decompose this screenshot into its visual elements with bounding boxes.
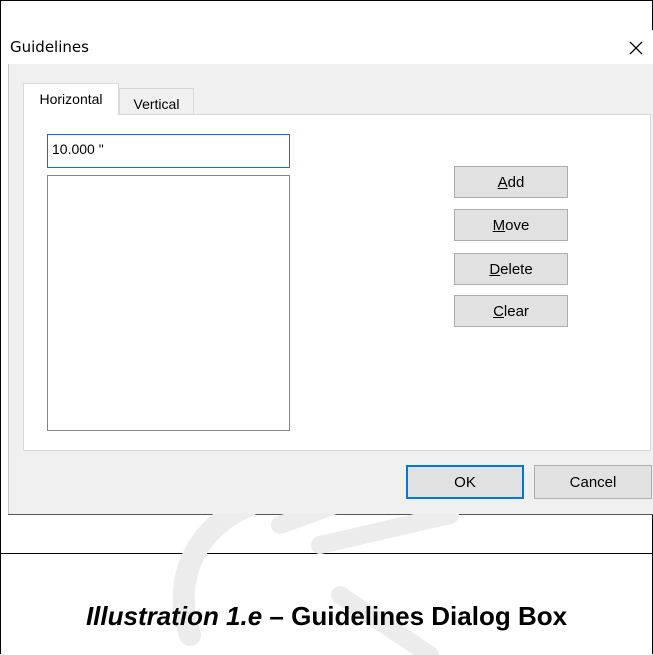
cancel-button[interactable]: Cancel — [534, 465, 652, 499]
dialog-title: Guidelines — [10, 38, 89, 56]
move-button-mnemonic: M — [492, 216, 506, 234]
frame-top-line — [0, 0, 653, 1]
caption-label: Illustration 1.e — [85, 601, 263, 631]
clear-button[interactable]: Clear — [454, 295, 568, 327]
move-button[interactable]: Move — [454, 209, 568, 241]
tab-vertical-label: Vertical — [133, 96, 180, 112]
clear-button-label: lear — [503, 302, 529, 320]
delete-button[interactable]: Delete — [454, 253, 568, 285]
add-button-label: dd — [507, 173, 525, 191]
delete-button-label: elete — [500, 260, 533, 278]
clear-button-mnemonic: C — [493, 302, 504, 320]
tab-horizontal[interactable]: Horizontal — [23, 83, 119, 115]
caption-dash: – — [262, 601, 292, 631]
add-button-mnemonic: A — [497, 173, 508, 191]
frame-left-line — [0, 0, 1, 654]
figure-caption: Illustration 1.e – Guidelines Dialog Box — [0, 601, 653, 632]
delete-button-mnemonic: D — [489, 260, 501, 278]
dialog-titlebar — [8, 30, 653, 64]
guide-list[interactable] — [47, 175, 290, 431]
ok-button[interactable]: OK — [406, 465, 524, 499]
caption-text: Guidelines Dialog Box — [291, 601, 568, 631]
close-icon — [629, 41, 643, 55]
guide-position-input[interactable]: 10.000 " — [47, 134, 290, 168]
move-button-label: ove — [505, 216, 530, 234]
add-button[interactable]: Add — [454, 166, 568, 198]
close-button[interactable] — [624, 36, 648, 60]
tab-horizontal-label: Horizontal — [39, 91, 103, 107]
tab-vertical[interactable]: Vertical — [119, 88, 194, 115]
